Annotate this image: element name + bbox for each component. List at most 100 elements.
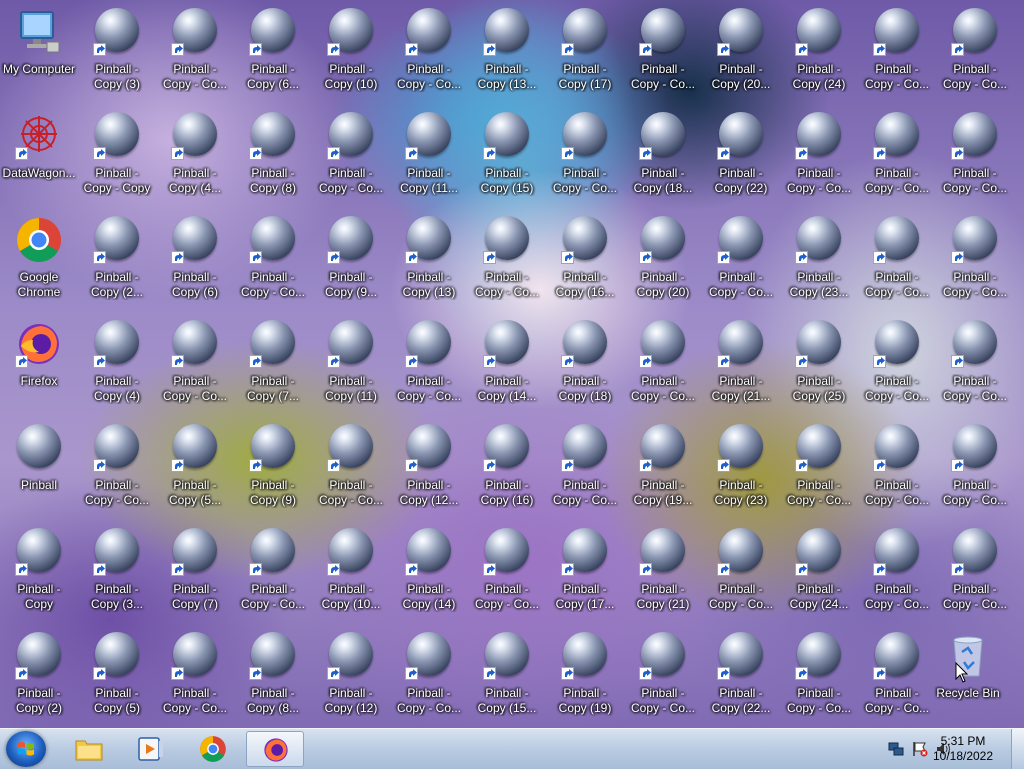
desktop-icon[interactable]: Pinball - Copy (10) bbox=[313, 0, 389, 98]
desktop-icon[interactable]: Pinball - Copy - Co... bbox=[313, 104, 389, 202]
desktop-icon[interactable]: Pinball - Copy - Co... bbox=[937, 104, 1013, 202]
desktop-icon[interactable]: Pinball - Copy - Co... bbox=[859, 104, 935, 202]
desktop-icon[interactable]: Pinball - Copy - Co... bbox=[781, 624, 857, 722]
desktop-icon[interactable]: Pinball - Copy - Co... bbox=[937, 520, 1013, 618]
taskbar-button-firefox[interactable] bbox=[246, 731, 304, 767]
desktop-icon[interactable]: Pinball - Copy - Co... bbox=[937, 208, 1013, 306]
desktop[interactable]: My Computer Pinball - Copy (3) Pinball - C… bbox=[0, 0, 1024, 728]
desktop-icon[interactable]: Pinball - Copy (5) bbox=[79, 624, 155, 722]
desktop-icon[interactable]: Pinball - Copy (9) bbox=[235, 416, 311, 514]
show-desktop-button[interactable] bbox=[1011, 729, 1024, 769]
desktop-icon[interactable]: Pinball - Copy (18) bbox=[547, 312, 623, 410]
desktop-icon[interactable]: Pinball - Copy (22... bbox=[703, 624, 779, 722]
desktop-icon[interactable]: Pinball - Copy - Co... bbox=[157, 312, 233, 410]
desktop-icon[interactable]: Pinball - Copy - Co... bbox=[469, 208, 545, 306]
desktop-icon[interactable]: Pinball - Copy (11) bbox=[313, 312, 389, 410]
desktop-icon[interactable]: Pinball - Copy (20... bbox=[703, 0, 779, 98]
desktop-icon[interactable]: Pinball - Copy (15... bbox=[469, 624, 545, 722]
desktop-icon[interactable]: Pinball - Copy (17) bbox=[547, 0, 623, 98]
desktop-icon[interactable]: Pinball - Copy - Co... bbox=[547, 104, 623, 202]
desktop-icon[interactable]: Pinball - Copy - Co... bbox=[781, 416, 857, 514]
desktop-icon[interactable]: Pinball - Copy - Co... bbox=[469, 520, 545, 618]
desktop-icon[interactable]: Pinball - Copy (24) bbox=[781, 0, 857, 98]
desktop-icon[interactable]: Pinball - Copy - Co... bbox=[937, 416, 1013, 514]
desktop-icon[interactable]: Pinball - Copy bbox=[1, 520, 77, 618]
desktop-icon[interactable]: Pinball - Copy (14... bbox=[469, 312, 545, 410]
desktop-icon[interactable]: My Computer bbox=[1, 0, 77, 98]
desktop-icon[interactable]: Pinball - Copy (4... bbox=[157, 104, 233, 202]
desktop-icon[interactable]: Pinball - Copy - Co... bbox=[937, 0, 1013, 98]
desktop-icon[interactable]: Pinball - Copy (13... bbox=[469, 0, 545, 98]
desktop-icon[interactable]: Pinball - Copy (9... bbox=[313, 208, 389, 306]
desktop-icon[interactable]: Pinball - Copy (5... bbox=[157, 416, 233, 514]
clock[interactable]: 5:31 PM 10/18/2022 bbox=[928, 734, 998, 764]
desktop-icon[interactable]: Pinball - Copy - Co... bbox=[781, 104, 857, 202]
desktop-icon[interactable]: Pinball - Copy (11... bbox=[391, 104, 467, 202]
desktop-icon[interactable]: Pinball - Copy - Co... bbox=[391, 312, 467, 410]
desktop-icon[interactable]: Pinball - Copy - Co... bbox=[859, 208, 935, 306]
desktop-icon[interactable]: Google Chrome bbox=[1, 208, 77, 306]
start-button[interactable] bbox=[6, 731, 46, 767]
desktop-icon[interactable]: Pinball - Copy (14) bbox=[391, 520, 467, 618]
desktop-icon[interactable]: Pinball - Copy - Co... bbox=[157, 0, 233, 98]
desktop-icon[interactable]: Pinball - Copy (21... bbox=[703, 312, 779, 410]
desktop-icon[interactable]: Pinball - Copy (12... bbox=[391, 416, 467, 514]
desktop-icon[interactable]: Pinball - Copy - Co... bbox=[937, 312, 1013, 410]
desktop-icon[interactable]: Pinball - Copy (24... bbox=[781, 520, 857, 618]
desktop-icon[interactable]: Pinball - Copy - Co... bbox=[859, 0, 935, 98]
desktop-icon[interactable]: Pinball - Copy - Co... bbox=[625, 624, 701, 722]
desktop-icon[interactable]: Pinball - Copy - Co... bbox=[859, 624, 935, 722]
desktop-icon[interactable]: Pinball - Copy - Co... bbox=[235, 208, 311, 306]
desktop-icon[interactable]: Pinball - Copy (16... bbox=[547, 208, 623, 306]
desktop-icon[interactable]: Pinball - Copy - Co... bbox=[79, 416, 155, 514]
taskbar-button-chrome[interactable] bbox=[184, 731, 242, 767]
desktop-icon[interactable]: Pinball - Copy - Co... bbox=[391, 0, 467, 98]
network-icon[interactable] bbox=[888, 741, 904, 757]
desktop-icon[interactable]: Pinball - Copy - Co... bbox=[703, 520, 779, 618]
desktop-icon[interactable]: Pinball - Copy (23) bbox=[703, 416, 779, 514]
desktop-icon[interactable]: Pinball - Copy (4) bbox=[79, 312, 155, 410]
desktop-icon[interactable]: Pinball - Copy - Co... bbox=[859, 416, 935, 514]
desktop-icon[interactable]: Pinball - Copy - Co... bbox=[625, 0, 701, 98]
desktop-icon[interactable]: Pinball - Copy (2) bbox=[1, 624, 77, 722]
desktop-icon[interactable]: Pinball bbox=[1, 416, 77, 514]
desktop-icon[interactable]: Firefox bbox=[1, 312, 77, 410]
desktop-icon[interactable]: Pinball - Copy - Co... bbox=[547, 416, 623, 514]
desktop-icon[interactable]: Pinball - Copy (17... bbox=[547, 520, 623, 618]
desktop-icon[interactable]: Pinball - Copy - Co... bbox=[391, 624, 467, 722]
taskbar-button-media-player[interactable] bbox=[122, 731, 180, 767]
desktop-icon[interactable]: Pinball - Copy - Co... bbox=[703, 208, 779, 306]
desktop-icon[interactable]: Pinball - Copy - Co... bbox=[625, 312, 701, 410]
desktop-icon[interactable]: Pinball - Copy (7... bbox=[235, 312, 311, 410]
desktop-icon[interactable]: Pinball - Copy (10... bbox=[313, 520, 389, 618]
desktop-icon[interactable]: Pinball - Copy (6... bbox=[235, 0, 311, 98]
desktop-icon[interactable]: Pinball - Copy (25) bbox=[781, 312, 857, 410]
desktop-icon[interactable]: DataWagon... bbox=[1, 104, 77, 202]
desktop-icon[interactable]: Pinball - Copy - Co... bbox=[313, 416, 389, 514]
desktop-icon[interactable]: Pinball - Copy (21) bbox=[625, 520, 701, 618]
desktop-icon[interactable]: Pinball - Copy (3... bbox=[79, 520, 155, 618]
desktop-icon[interactable]: Pinball - Copy (12) bbox=[313, 624, 389, 722]
desktop-icon[interactable]: Pinball - Copy (8) bbox=[235, 104, 311, 202]
flag-warning-icon[interactable] bbox=[912, 741, 928, 757]
desktop-icon[interactable]: Pinball - Copy (20) bbox=[625, 208, 701, 306]
desktop-icon[interactable]: Pinball - Copy (13) bbox=[391, 208, 467, 306]
desktop-icon[interactable]: Pinball - Copy (15) bbox=[469, 104, 545, 202]
taskbar-button-explorer[interactable] bbox=[60, 731, 118, 767]
desktop-icon[interactable]: Pinball - Copy (2... bbox=[79, 208, 155, 306]
desktop-icon[interactable]: Pinball - Copy (23... bbox=[781, 208, 857, 306]
desktop-icon[interactable]: Pinball - Copy - Co... bbox=[157, 624, 233, 722]
desktop-icon[interactable]: Pinball - Copy (22) bbox=[703, 104, 779, 202]
desktop-icon[interactable]: Pinball - Copy (19) bbox=[547, 624, 623, 722]
desktop-icon[interactable]: Pinball - Copy - Co... bbox=[235, 520, 311, 618]
desktop-icon[interactable]: Pinball - Copy (19... bbox=[625, 416, 701, 514]
desktop-icon[interactable]: Pinball - Copy (8... bbox=[235, 624, 311, 722]
desktop-icon[interactable]: Pinball - Copy - Copy bbox=[79, 104, 155, 202]
desktop-icon[interactable]: Pinball - Copy - Co... bbox=[859, 520, 935, 618]
desktop-icon[interactable]: Pinball - Copy - Co... bbox=[859, 312, 935, 410]
desktop-icon[interactable]: Pinball - Copy (16) bbox=[469, 416, 545, 514]
desktop-icon[interactable]: Pinball - Copy (3) bbox=[79, 0, 155, 98]
desktop-icon[interactable]: Pinball - Copy (7) bbox=[157, 520, 233, 618]
desktop-icon[interactable]: Pinball - Copy (18... bbox=[625, 104, 701, 202]
desktop-icon[interactable]: Pinball - Copy (6) bbox=[157, 208, 233, 306]
